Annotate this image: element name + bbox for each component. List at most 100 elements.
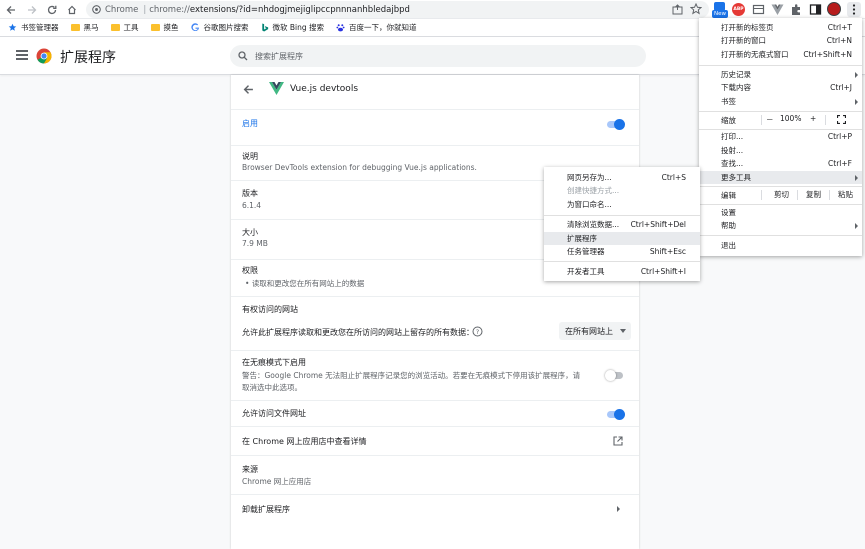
source-title: 来源 (242, 465, 258, 474)
menu-item-downloads[interactable]: 下载内容 Ctrl+J (699, 81, 862, 94)
menu-item-label: 更多工具 (721, 173, 751, 182)
menu-item-shortcut: Shift+Esc (649, 247, 686, 256)
menu-item-new-window[interactable]: 打开新的窗口 Ctrl+N (699, 34, 862, 47)
menu-item-exit[interactable]: 退出 (699, 239, 862, 252)
menu-separator (544, 261, 700, 262)
menu-item-shortcut: Ctrl+F (828, 159, 852, 168)
extension-grid-icon[interactable] (752, 3, 765, 16)
source-value: Chrome 网上应用店 (242, 477, 312, 486)
menu-item-label: 历史记录 (721, 70, 751, 79)
menu-item-shortcut: Ctrl+P (827, 132, 852, 141)
back-arrow-icon[interactable] (243, 84, 254, 95)
site-access-title: 有权访问的网站 (242, 305, 298, 314)
bookmark-item[interactable]: 微软 Bing 搜索 (261, 22, 324, 33)
bookmark-item[interactable]: 摸鱼 (150, 22, 179, 33)
menu-item-label: 帮助 (721, 221, 736, 230)
folder-icon (150, 24, 160, 31)
zoom-out-button[interactable]: － (766, 114, 774, 125)
menu-item-devtools[interactable]: 开发者工具 Ctrl+Shift+I (544, 265, 700, 278)
menu-item-clear-data[interactable]: 清除浏览数据... Ctrl+Shift+Del (544, 218, 700, 231)
store-link-label[interactable]: 在 Chrome 网上应用店中查看详情 (242, 436, 366, 447)
menu-item-more-tools[interactable]: 更多工具 (699, 171, 862, 184)
menu-item-task-manager[interactable]: 任务管理器 Shift+Esc (544, 245, 700, 258)
version-value: 6.1.4 (242, 201, 262, 210)
menu-item-settings[interactable]: 设置 (699, 206, 862, 219)
adblock-plus-icon[interactable]: ABP (732, 3, 745, 16)
file-access-toggle[interactable] (607, 409, 625, 420)
uninstall-label[interactable]: 卸载扩展程序 (242, 504, 290, 515)
menu-item-label: 打开新的标签页 (721, 23, 774, 32)
vue-logo-icon (269, 82, 284, 95)
site-label: Chrome (105, 4, 139, 15)
menu-item-incognito-window[interactable]: 打开新的无痕式窗口 Ctrl+Shift+N (699, 48, 862, 61)
site-access-row: 有权访问的网站 允许此扩展程序读取和更改您在所访问的网站上留存的所有数据： ? … (231, 296, 639, 350)
paste-button[interactable]: 粘贴 (838, 189, 853, 200)
zoom-in-button[interactable]: + (810, 114, 816, 123)
bookmark-label: 摸鱼 (163, 23, 179, 32)
bookmark-item[interactable]: 百度一下，你就知道 (336, 22, 417, 33)
share-icon[interactable] (672, 4, 683, 15)
bookmark-label: 书签管理器 (21, 23, 59, 32)
puzzle-extensions-icon[interactable] (790, 3, 803, 16)
file-access-row: 允许访问文件网址 (231, 400, 639, 426)
address-bar-row: Chrome | chrome:// extensions/?id=nhdogj… (0, 0, 865, 19)
side-panel-icon[interactable] (809, 3, 822, 16)
bookmark-item[interactable]: 谷歌图片搜索 (190, 22, 249, 33)
folder-icon (110, 24, 120, 31)
forward-arrow-icon[interactable] (24, 2, 39, 17)
uninstall-row[interactable]: 卸载扩展程序 (231, 494, 639, 523)
store-link-row[interactable]: 在 Chrome 网上应用店中查看详情 (231, 426, 639, 455)
description-title: 说明 (242, 152, 258, 161)
menu-item-label: 缩放 (721, 115, 736, 125)
site-access-select[interactable]: 在所有网站上 (559, 322, 631, 340)
bookmark-item[interactable]: 工具 (110, 22, 139, 33)
enable-toggle[interactable] (607, 119, 625, 130)
menu-item-print[interactable]: 打印... Ctrl+P (699, 130, 862, 143)
bookmark-item[interactable]: 黑马 (70, 22, 99, 33)
menu-item-find[interactable]: 查找... Ctrl+F (699, 157, 862, 170)
hamburger-menu-icon[interactable] (16, 50, 28, 60)
menu-item-shortcut: Ctrl+N (826, 36, 852, 45)
menu-item-shortcut: Ctrl+S (661, 173, 686, 182)
menu-separator (699, 186, 862, 187)
menu-item-new-tab[interactable]: 打开新的标签页 Ctrl+T (699, 21, 862, 34)
extensions-search-input[interactable]: 搜索扩展程序 (230, 45, 646, 67)
new-extension-icon[interactable]: New (712, 2, 728, 18)
menu-item-history[interactable]: 历史记录 (699, 68, 862, 81)
cut-button[interactable]: 剪切 (774, 189, 789, 200)
reload-icon[interactable] (44, 2, 59, 17)
back-arrow-icon[interactable] (3, 2, 18, 17)
copy-button[interactable]: 复制 (806, 189, 821, 200)
site-access-value: 在所有网站上 (565, 326, 613, 336)
open-in-new-icon[interactable] (613, 436, 623, 446)
menu-item-shortcut: Ctrl+T (827, 23, 852, 32)
incognito-toggle[interactable] (605, 370, 623, 381)
more-menu-button[interactable] (847, 2, 861, 17)
fullscreen-icon[interactable] (837, 115, 846, 124)
menu-item-extensions[interactable]: 扩展程序 (544, 232, 700, 245)
menu-item-bookmarks[interactable]: 书签 (699, 95, 862, 108)
bing-icon (261, 23, 269, 32)
vue-devtools-toolbar-icon[interactable] (771, 3, 784, 16)
submenu-arrow-icon (855, 222, 858, 229)
incognito-row: 在无痕模式下启用 警告：Google Chrome 无法阻止扩展程序记录您的浏览… (231, 350, 639, 400)
incognito-warning-line2: 取消选中此选项。 (242, 383, 302, 392)
menu-item-label: 扩展程序 (567, 234, 597, 243)
source-row: 来源 Chrome 网上应用店 (231, 455, 639, 494)
menu-item-name-window[interactable]: 为窗口命名... (544, 198, 700, 211)
menu-item-label: 为窗口命名... (567, 200, 612, 209)
home-icon[interactable] (64, 2, 79, 17)
menu-item-save-page[interactable]: 网页另存为... Ctrl+S (544, 171, 700, 184)
omnibox[interactable]: Chrome | chrome:// extensions/?id=nhdogj… (86, 1, 709, 18)
chrome-main-menu: 打开新的标签页 Ctrl+T 打开新的窗口 Ctrl+N 打开新的无痕式窗口 C… (699, 18, 862, 256)
menu-item-help[interactable]: 帮助 (699, 219, 862, 232)
bookmark-star-icon[interactable] (690, 3, 702, 15)
menu-item-label: 网页另存为... (567, 173, 612, 182)
menu-item-cast[interactable]: 投射... (699, 144, 862, 157)
help-icon[interactable]: ? (472, 326, 483, 337)
bookmark-item[interactable]: 书签管理器 (8, 22, 59, 33)
chrome-page-icon (92, 5, 101, 14)
profile-avatar[interactable] (827, 2, 841, 16)
menu-item-label: 下载内容 (721, 83, 751, 92)
search-icon (238, 51, 248, 61)
